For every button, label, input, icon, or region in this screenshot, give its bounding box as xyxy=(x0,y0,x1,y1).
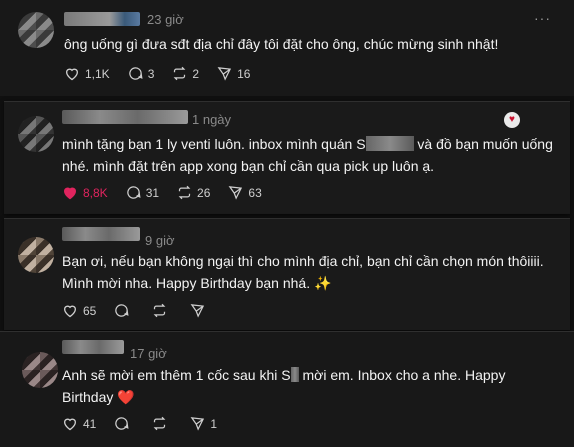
comment-card: 9 giờ Bạn ơi, nếu bạn không ngại thì cho… xyxy=(4,218,570,330)
reply-button[interactable] xyxy=(114,416,134,431)
timestamp: 23 giờ xyxy=(147,12,184,27)
comment-icon xyxy=(115,417,129,430)
timestamp: 9 giờ xyxy=(145,233,175,248)
repost-icon xyxy=(178,185,191,200)
like-count: 65 xyxy=(83,303,97,318)
reply-count: 3 xyxy=(147,66,155,81)
username-redacted[interactable] xyxy=(62,227,140,241)
share-button[interactable] xyxy=(190,303,210,318)
heart-icon xyxy=(63,418,77,431)
share-button[interactable]: 16 xyxy=(217,66,250,81)
username-redacted[interactable] xyxy=(64,12,140,26)
comment-card: 1 ngày ♥ mình tặng bạn 1 ly venti luôn. … xyxy=(4,101,570,214)
comment-text: ông uống gì đưa sđt địa chỉ đây tôi đặt … xyxy=(64,36,499,52)
username-redacted[interactable] xyxy=(62,110,188,124)
share-button[interactable]: 63 xyxy=(228,185,262,200)
heart-icon xyxy=(65,68,79,81)
comment-text-line2: nhé. mình đặt trên app xong bạn chỉ cần … xyxy=(62,158,435,174)
heart-filled-icon xyxy=(63,187,77,200)
avatar[interactable] xyxy=(18,116,54,152)
comment-text: Bạn ơi, nếu bạn không ngại thì cho mình … xyxy=(62,250,567,294)
heart-icon xyxy=(63,305,77,318)
comment-text-line2: Birthday xyxy=(62,389,114,405)
comment-text-line1-start: Anh sẽ mời em thêm 1 cốc sau khi S xyxy=(62,367,291,383)
comment-text-line1-end: mời em. Inbox cho a nhe. Happy xyxy=(298,367,506,383)
like-button[interactable]: 41 xyxy=(62,416,96,431)
action-bar: 8,8K 31 26 63 xyxy=(62,185,280,200)
comment-icon xyxy=(115,304,129,317)
more-options-button[interactable]: ··· xyxy=(534,10,551,26)
comment-card: 17 giờ Anh sẽ mời em thêm 1 cốc sau khi … xyxy=(0,331,574,447)
comment-text-line1-start: mình tặng bạn 1 ly venti luôn. inbox mìn… xyxy=(62,136,366,152)
send-icon xyxy=(228,186,243,200)
redacted-text xyxy=(290,367,299,382)
action-bar: 41 1 xyxy=(62,416,235,431)
like-button[interactable]: 1,1K xyxy=(64,66,110,81)
comment-icon xyxy=(126,186,141,199)
share-count: 63 xyxy=(248,185,262,200)
send-icon xyxy=(190,304,205,318)
comment-text: mình tặng bạn 1 ly venti luôn. inbox mìn… xyxy=(62,133,562,177)
comment-icon xyxy=(128,67,143,80)
comment-text-line2: Mình mời nha. Happy Birthday bạn nhá. xyxy=(62,275,311,291)
reply-button[interactable] xyxy=(114,303,134,318)
like-count: 1,1K xyxy=(85,66,110,81)
sparkles-emoji: ✨ xyxy=(314,275,332,291)
username-redacted[interactable] xyxy=(62,340,124,354)
repost-button[interactable] xyxy=(152,303,172,318)
like-button[interactable]: 65 xyxy=(62,303,96,318)
repost-count: 2 xyxy=(192,66,200,81)
reply-button[interactable]: 3 xyxy=(128,66,155,81)
like-button[interactable]: 8,8K xyxy=(62,185,108,200)
reaction-avatar-icon: ♥ xyxy=(504,112,520,128)
heart-emoji: ❤️ xyxy=(117,389,135,405)
avatar[interactable] xyxy=(22,352,58,388)
comment-text-line1: Bạn ơi, nếu bạn không ngại thì cho mình … xyxy=(62,253,544,269)
action-bar: 65 xyxy=(62,303,228,318)
action-bar: 1,1K 3 2 16 xyxy=(64,66,268,81)
comment-card: 23 giờ ··· ông uống gì đưa sđt địa chỉ đ… xyxy=(0,0,574,96)
timestamp: 1 ngày xyxy=(192,112,232,127)
share-count: 16 xyxy=(237,66,251,81)
send-icon xyxy=(217,67,232,81)
repost-button[interactable]: 2 xyxy=(172,66,199,81)
repost-icon xyxy=(173,66,186,81)
reply-button[interactable]: 31 xyxy=(126,185,159,200)
comment-text-line1-end: và đồ bạn muốn uống xyxy=(413,136,553,152)
share-button[interactable]: 1 xyxy=(190,416,217,431)
share-count: 1 xyxy=(210,416,218,431)
reply-count: 31 xyxy=(145,185,160,200)
like-count: 8,8K xyxy=(83,185,108,200)
like-count: 41 xyxy=(83,416,97,431)
avatar[interactable] xyxy=(18,12,54,48)
repost-icon xyxy=(153,416,166,431)
repost-button[interactable]: 26 xyxy=(177,185,210,200)
avatar[interactable] xyxy=(18,237,54,273)
repost-count: 26 xyxy=(197,185,211,200)
repost-button[interactable] xyxy=(152,416,172,431)
redacted-text xyxy=(365,136,414,151)
send-icon xyxy=(190,417,205,431)
timestamp: 17 giờ xyxy=(130,346,167,361)
repost-icon xyxy=(153,303,166,318)
comment-text: Anh sẽ mời em thêm 1 cốc sau khi S mời e… xyxy=(62,364,567,408)
